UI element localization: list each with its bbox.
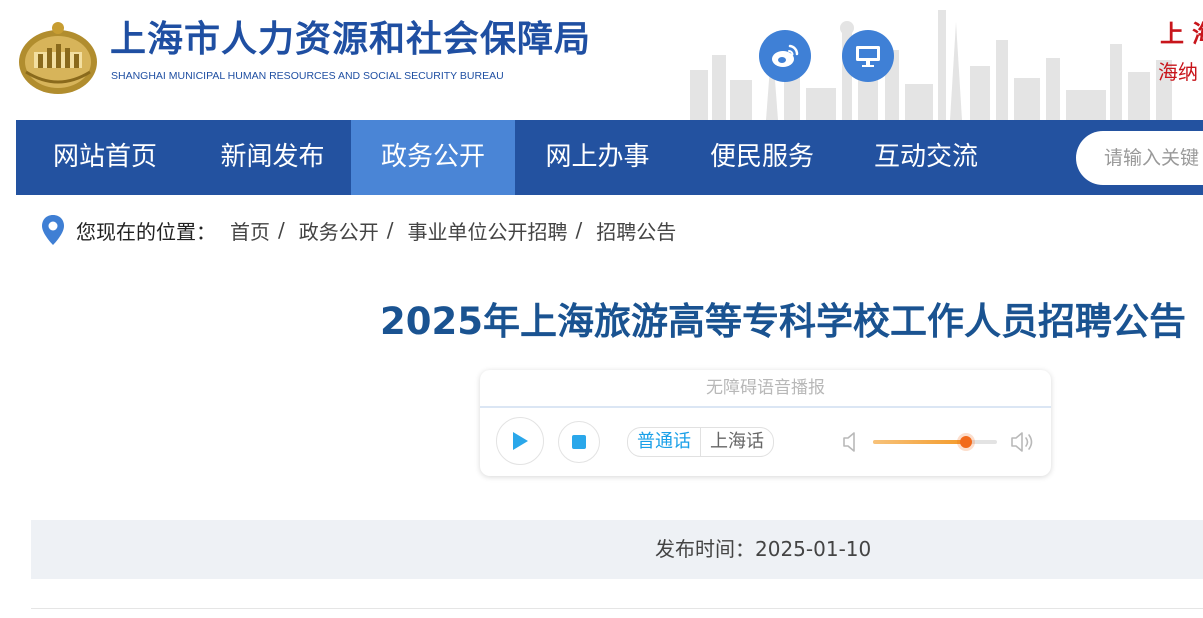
play-button[interactable] — [496, 417, 544, 465]
nav-item-convenience[interactable]: 便民服务 — [680, 120, 844, 195]
stop-icon — [572, 435, 586, 449]
player-header: 无障碍语音播报 — [480, 370, 1051, 408]
nav-item-news[interactable]: 新闻发布 — [194, 120, 351, 195]
weibo-icon — [772, 44, 799, 67]
volume-high-icon[interactable] — [1010, 430, 1036, 454]
location-pin-icon — [42, 215, 64, 245]
volume-low-icon[interactable] — [842, 430, 860, 454]
play-icon — [513, 432, 528, 450]
bureau-emblem-icon[interactable] — [16, 14, 100, 98]
breadcrumb: 您现在的位置： 首页 / 政务公开 / 事业单位公开招聘 / 招聘公告 — [40, 214, 676, 246]
breadcrumb-separator: / — [386, 218, 394, 242]
breadcrumb-separator: / — [575, 218, 583, 242]
breadcrumb-label: 您现在的位置： — [76, 219, 216, 244]
corner-slogan-line-2: 海纳 — [1158, 60, 1198, 84]
nav-item-online-services[interactable]: 网上办事 — [515, 120, 680, 195]
volume-slider-knob[interactable] — [960, 436, 972, 448]
skyline-decoration — [690, 10, 1172, 120]
search-box — [1076, 131, 1203, 185]
main-nav: 网站首页 新闻发布 政务公开 网上办事 便民服务 互动交流 — [16, 120, 1203, 195]
weibo-button[interactable] — [759, 30, 811, 82]
publish-date-line: 发布时间：2025-01-10 — [655, 520, 871, 579]
nav-item-interaction[interactable]: 互动交流 — [844, 120, 1008, 195]
site-title: 上海市人力资源和社会保障局 — [110, 19, 592, 60]
divider — [31, 608, 1203, 609]
breadcrumb-home[interactable]: 首页 — [230, 216, 270, 245]
breadcrumb-recruitment-notice[interactable]: 招聘公告 — [596, 216, 676, 245]
language-mandarin[interactable]: 普通话 — [628, 428, 700, 456]
publish-info-bar: 发布时间：2025-01-10 — [31, 520, 1203, 579]
article-title: 2025年上海旅游高等专科学校工作人员招聘公告 — [380, 300, 1186, 343]
volume-slider[interactable] — [873, 436, 997, 448]
site-title-english: SHANGHAI MUNICIPAL HUMAN RESOURCES AND S… — [111, 70, 504, 82]
language-shanghainese[interactable]: 上海话 — [700, 428, 773, 456]
voice-broadcast-player: 无障碍语音播报 普通话 上海话 — [480, 370, 1051, 476]
language-switch: 普通话 上海话 — [627, 427, 774, 457]
publish-label: 发布时间： — [655, 537, 755, 561]
site-header: 上海市人力资源和社会保障局 SHANGHAI MUNICIPAL HUMAN R… — [0, 0, 1203, 120]
monitor-icon — [856, 46, 880, 67]
desktop-button[interactable] — [842, 30, 894, 82]
publish-date: 2025-01-10 — [755, 537, 872, 561]
nav-item-home[interactable]: 网站首页 — [16, 120, 194, 195]
nav-item-government-affairs[interactable]: 政务公开 — [351, 120, 515, 195]
breadcrumb-government-affairs[interactable]: 政务公开 — [299, 216, 379, 245]
stop-button[interactable] — [558, 421, 600, 463]
corner-slogan-line-1: 上海 — [1160, 19, 1203, 48]
search-input[interactable] — [1104, 131, 1203, 185]
volume-slider-fill — [873, 440, 966, 444]
breadcrumb-public-recruitment[interactable]: 事业单位公开招聘 — [408, 216, 568, 245]
breadcrumb-separator: / — [278, 218, 285, 242]
